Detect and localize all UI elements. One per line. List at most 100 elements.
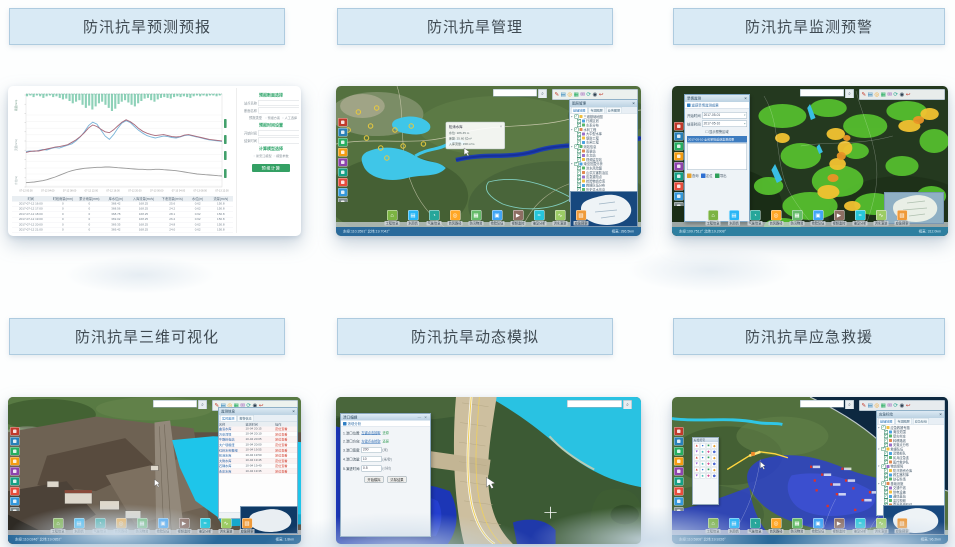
undo-icon[interactable]: ↩: [906, 402, 911, 409]
panel-tab[interactable]: 基础地图: [571, 107, 587, 113]
monitor-row[interactable]: 永庄水库10-04 19:35定位查看: [219, 469, 297, 474]
layers-icon[interactable]: ▤: [868, 402, 873, 409]
plot-symbol[interactable]: ⬟: [712, 473, 717, 479]
map-tool-icon[interactable]: [674, 487, 684, 496]
map-tool-icon[interactable]: [674, 447, 684, 456]
locate-view-link[interactable]: 定位查看: [275, 469, 297, 474]
locate-view-link[interactable]: 定位查看: [275, 427, 297, 432]
pencil-icon[interactable]: ✎: [555, 91, 560, 98]
grid-icon[interactable]: ▦: [574, 91, 579, 98]
map-tool-icon[interactable]: [10, 467, 20, 476]
bottom-tool-台风路径[interactable]: ◎台风路径: [767, 518, 785, 534]
panel-tab[interactable]: 应急标绘: [913, 418, 929, 424]
bottom-tool-视频监控[interactable]: ▶视频监控: [509, 210, 527, 226]
plot-symbol[interactable]: ▲: [694, 455, 699, 461]
map-tool-icon[interactable]: [338, 178, 348, 187]
bottom-tool-工程信息[interactable]: ⌂工程信息: [704, 518, 722, 534]
bottom-tool-抢险队伍[interactable]: ▣抢险队伍: [154, 518, 172, 534]
plot-symbol[interactable]: ■: [706, 455, 711, 461]
section-select[interactable]: ▾: [258, 108, 299, 114]
bottom-tool-洪水演进[interactable]: ∿洪水演进: [217, 518, 235, 534]
search-icon[interactable]: ⌕: [538, 89, 547, 98]
plot-symbol[interactable]: ◆: [712, 455, 717, 461]
panel-tab[interactable]: 专题图层: [588, 107, 604, 113]
bottom-tool-视频监控[interactable]: ▶视频监控: [175, 518, 193, 534]
reset-link[interactable]: 还原: [383, 439, 389, 444]
start-date-select[interactable]: 2017-05-01▾: [702, 112, 747, 119]
layers-icon[interactable]: ▤: [868, 91, 873, 98]
map-tool-icon[interactable]: [338, 168, 348, 177]
plot-symbol[interactable]: ▼: [694, 473, 699, 479]
bottom-tool-气象信息[interactable]: ◔气象信息: [746, 210, 764, 226]
thumbnail-simulation[interactable]: ⌕ 溃口编辑— ✕ 溃坝分析 1.溃口位置: 左键点击拾取 还原 2.溃口方向:…: [336, 397, 641, 544]
map-tool-icon[interactable]: [338, 128, 348, 137]
bottom-tool-应急预案[interactable]: ▧应急预案: [572, 210, 590, 226]
bottom-tool-台风路径[interactable]: ◎台风路径: [767, 210, 785, 226]
panel-title-management[interactable]: 防汛抗旱管理: [337, 8, 613, 45]
warning-area-checkbox[interactable]: ☐ 显示预警区域: [687, 129, 747, 134]
bottom-tool-工程信息[interactable]: ⌂工程信息: [704, 210, 722, 226]
result-list[interactable]: [687, 143, 747, 170]
panel-title-viz3d[interactable]: 防汛抗旱三维可视化: [9, 318, 285, 355]
plot-symbol[interactable]: ●: [700, 455, 705, 461]
locate-view-link[interactable]: 定位查看: [275, 432, 297, 437]
start-simulation-button[interactable]: 开始模拟: [365, 476, 384, 483]
reset-link[interactable]: 还原: [383, 431, 389, 436]
dialog-tab[interactable]: 溃坝分析: [348, 421, 362, 426]
plot-symbol[interactable]: ◆: [712, 443, 717, 449]
panel-title-simulation[interactable]: 防汛抗旱动态模拟: [337, 318, 613, 355]
dialog-tab[interactable]: 遥感旱情监测成果: [692, 103, 719, 108]
bottom-tool-应急预案[interactable]: ▧应急预案: [238, 518, 256, 534]
plot-symbol[interactable]: ◆: [712, 467, 717, 473]
breach-flow-input[interactable]: 10: [361, 456, 381, 462]
compass-icon[interactable]: ◉: [900, 91, 905, 98]
close-icon[interactable]: ✕: [292, 410, 295, 414]
grid-icon[interactable]: ▦: [881, 402, 886, 409]
radio-option[interactable]: 新安江模型: [253, 154, 271, 159]
plot-symbol[interactable]: ●: [700, 443, 705, 449]
compass-icon[interactable]: ◉: [593, 91, 598, 98]
bottom-tool-应急预案[interactable]: ▧应急预案: [893, 518, 911, 534]
bottom-tool-淹没分析[interactable]: ≈淹没分析: [530, 210, 548, 226]
bottom-tool-水雨情[interactable]: ▤水雨情: [725, 518, 743, 534]
map-tool-icon[interactable]: [338, 118, 348, 127]
map-tool-icon[interactable]: [10, 447, 20, 456]
bottom-tool-视频监控[interactable]: ▶视频监控: [830, 210, 848, 226]
bottom-tool-应急预案[interactable]: ▧应急预案: [893, 210, 911, 226]
map-tool-icon[interactable]: [674, 152, 684, 161]
map-tool-icon[interactable]: [10, 497, 20, 506]
bottom-tool-抢险队伍[interactable]: ▣抢险队伍: [809, 210, 827, 226]
map-search-input[interactable]: [800, 400, 844, 408]
panel-tab[interactable]: 基础地图: [878, 418, 894, 424]
close-icon[interactable]: ✕: [632, 102, 635, 106]
layers-icon[interactable]: ▤: [561, 91, 566, 98]
clear-results-button[interactable]: 清除结果: [388, 476, 407, 483]
map-tool-icon[interactable]: [674, 437, 684, 446]
bottom-tool-水雨情[interactable]: ▤水雨情: [725, 210, 743, 226]
locate-view-link[interactable]: 定位查看: [275, 443, 297, 448]
plot-symbol[interactable]: ▲: [694, 443, 699, 449]
radio-option[interactable]: 模型参数: [274, 154, 289, 159]
bottom-tool-台风路径[interactable]: ◎台风路径: [112, 518, 130, 534]
bottom-tool-洪水演进[interactable]: ∿洪水演进: [872, 210, 890, 226]
map-tool-icon[interactable]: [674, 162, 684, 171]
locate-icon[interactable]: ◎: [567, 91, 572, 98]
plot-symbol[interactable]: ✚: [706, 449, 711, 455]
panel-tab[interactable]: 实时监测: [220, 415, 236, 421]
map-tool-icon[interactable]: [674, 507, 684, 511]
locate-view-link[interactable]: 定位查看: [275, 448, 297, 453]
mail-icon[interactable]: ✉: [887, 91, 892, 98]
bottom-tool-水雨情[interactable]: ▤水雨情: [70, 518, 88, 534]
locate-view-link[interactable]: 定位查看: [275, 453, 297, 458]
map-search-input[interactable]: [153, 400, 197, 408]
map-tool-icon[interactable]: [674, 132, 684, 141]
map-tool-icon[interactable]: [10, 437, 20, 446]
plot-symbol[interactable]: ⬟: [712, 449, 717, 455]
end-date-select[interactable]: 2017-05-10▾: [702, 121, 747, 128]
panel-tab[interactable]: 专题图层: [895, 418, 911, 424]
forecast-calc-button[interactable]: 预报计算: [252, 164, 290, 172]
map-tool-icon[interactable]: [674, 497, 684, 506]
bottom-tool-淹没分析[interactable]: ≈淹没分析: [196, 518, 214, 534]
map-tool-icon[interactable]: [338, 148, 348, 157]
map-search-input[interactable]: [567, 400, 622, 408]
